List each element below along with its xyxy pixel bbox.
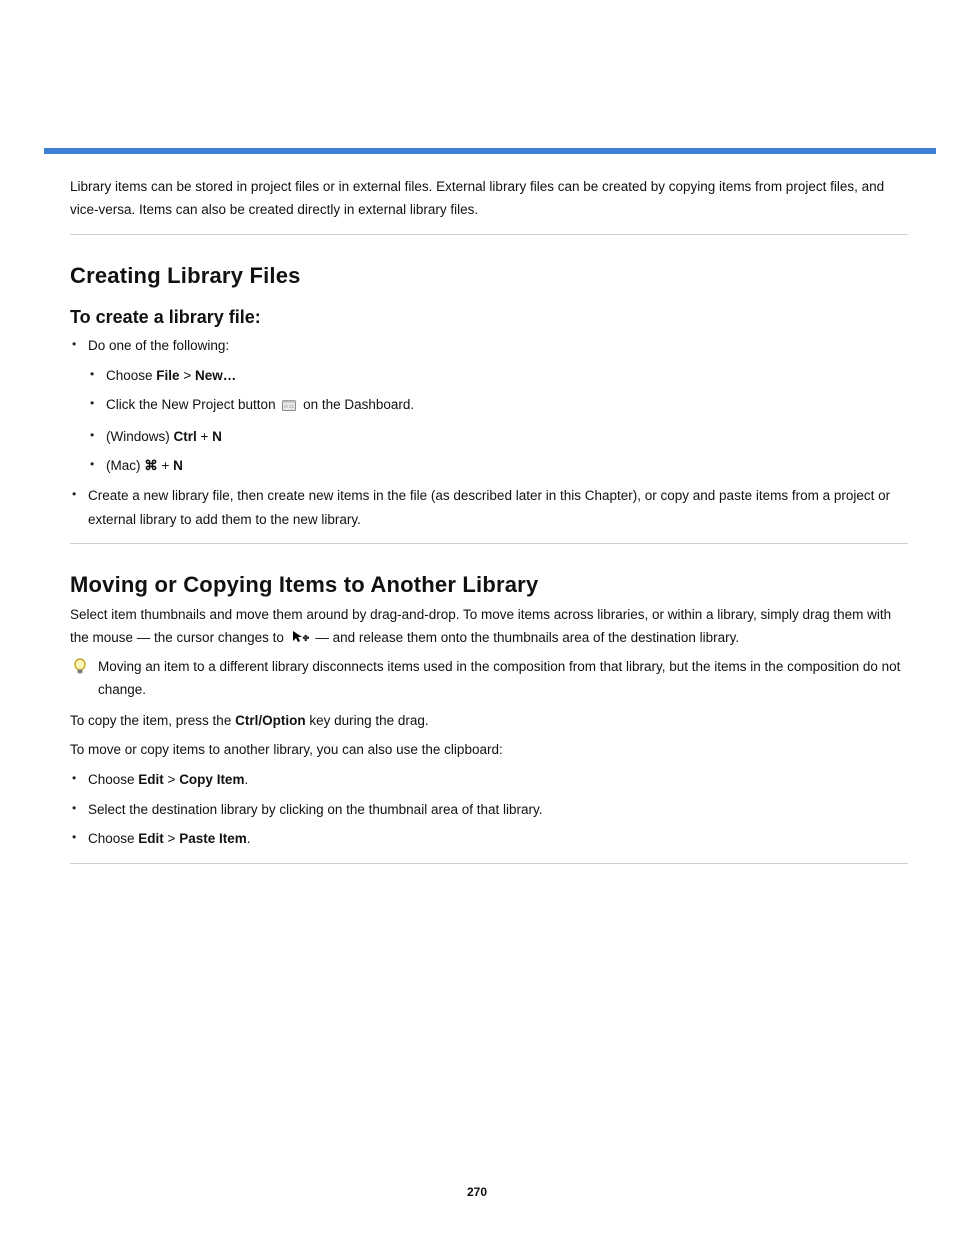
clip-step-paste: Choose Edit > Paste Item. xyxy=(70,827,908,851)
lightbulb-icon xyxy=(73,658,87,681)
clip-step-copy: Choose Edit > Copy Item. xyxy=(70,768,908,792)
sub-choose-file-new: Choose File > New… xyxy=(88,364,908,388)
section-heading-create: Creating Library Files xyxy=(70,263,908,289)
bullet-create-new-library: Create a new library file, then create n… xyxy=(70,484,908,531)
tip-text: Moving an item to a different library di… xyxy=(98,656,908,702)
divider-2 xyxy=(70,543,908,544)
page-content: Library items can be stored in project f… xyxy=(70,170,908,874)
divider-3 xyxy=(70,863,908,864)
move-cursor-icon xyxy=(291,629,309,652)
sub-mac-shortcut: (Mac) ⌘ + N xyxy=(88,454,908,478)
section-heading-move: Moving or Copying Items to Another Libra… xyxy=(70,572,908,598)
tip-row: Moving an item to a different library di… xyxy=(70,658,908,702)
bullet-do-one: Do one of the following: Choose File > N… xyxy=(70,334,908,478)
copy-paragraph: To copy the item, press the Ctrl/Option … xyxy=(70,710,908,733)
sub-click-new-project: Click the New Project button on the Dash… xyxy=(88,393,908,419)
clip-step-select: Select the destination library by clicki… xyxy=(70,798,908,822)
page-number: 270 xyxy=(0,1185,954,1199)
clipboard-lead: To move or copy items to another library… xyxy=(70,739,908,762)
sub-windows-shortcut: (Windows) Ctrl + N xyxy=(88,425,908,449)
bullet-lead-text: Do one of the following: xyxy=(88,338,229,353)
top-rule xyxy=(44,148,936,154)
move-paragraph-1: Select item thumbnails and move them aro… xyxy=(70,604,908,652)
new-project-icon xyxy=(282,395,296,419)
step-label-1: To create a library file: xyxy=(70,307,908,328)
divider-1 xyxy=(70,234,908,235)
intro-text: Library items can be stored in project f… xyxy=(70,176,908,222)
